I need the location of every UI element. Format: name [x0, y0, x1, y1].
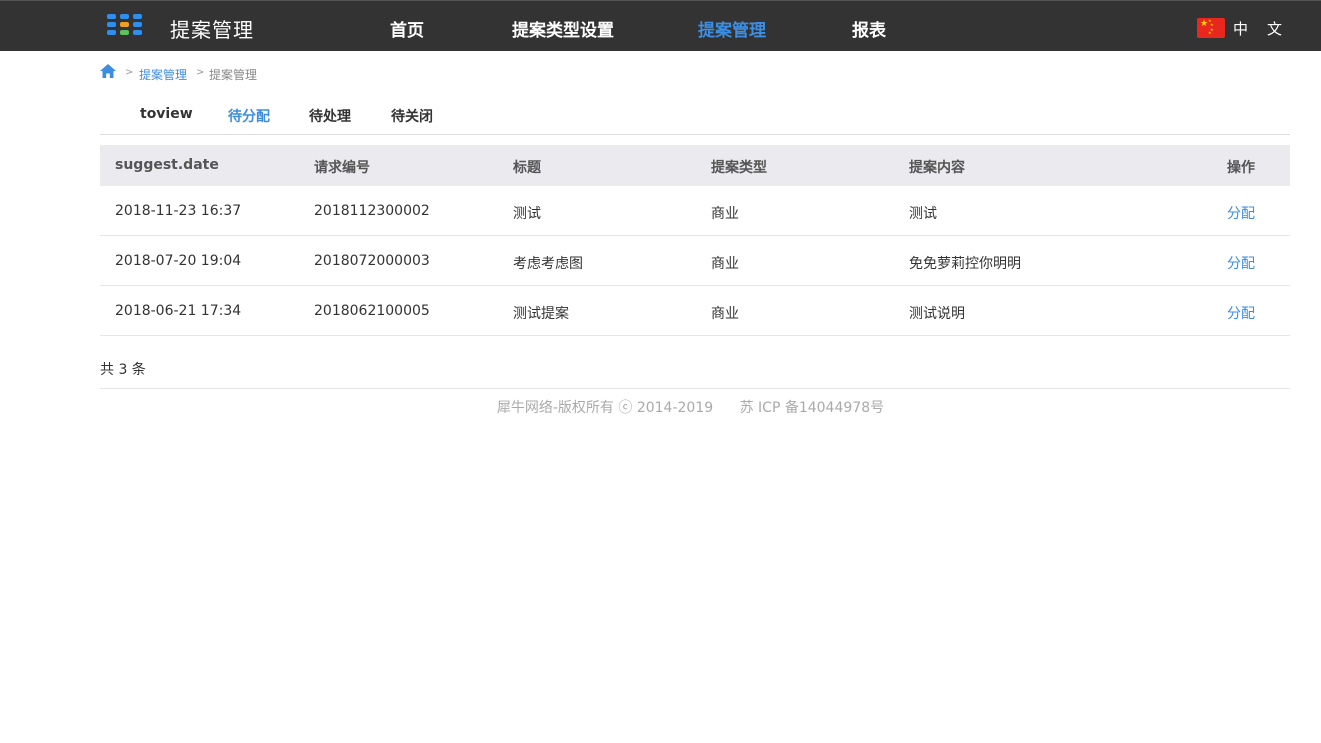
table-row: 2018-07-20 19:04 2018072000003 考虑考虑图 商业 …	[100, 236, 1290, 286]
cell-date: 2018-06-21 17:34	[115, 303, 242, 319]
nav-item-reports[interactable]: 报表	[852, 16, 886, 41]
cell-type: 商业	[711, 206, 739, 222]
breadcrumb-separator: >	[125, 67, 134, 78]
cell-date: 2018-07-20 19:04	[115, 253, 242, 269]
tab-pending-processing[interactable]: 待处理	[309, 106, 351, 126]
table-row: 2018-11-23 16:37 2018112300002 测试 商业 测试 …	[100, 186, 1290, 236]
top-navbar: 提案管理 首页 提案类型设置 提案管理 报表 ★ ★ ★ ★ ★ 中文	[0, 0, 1321, 51]
table-row: 2018-06-21 17:34 2018062100005 测试提案 商业 测…	[100, 286, 1290, 336]
cell-content: 免免萝莉控你明明	[909, 256, 1021, 272]
proposal-table: suggest.date 请求编号 标题 提案类型 提案内容 操作 2018-1…	[100, 145, 1290, 336]
footer-copyright: 犀牛网络-版权所有 ⓒ 2014-2019	[496, 400, 714, 416]
nav-item-home[interactable]: 首页	[390, 16, 424, 41]
app-title: 提案管理	[170, 18, 254, 42]
column-header-content: 提案内容	[909, 160, 965, 176]
breadcrumb-link-proposal-management[interactable]: 提案管理	[139, 66, 187, 83]
assign-link[interactable]: 分配	[1227, 253, 1255, 273]
cell-title: 测试	[513, 206, 541, 222]
nav-item-proposal-management[interactable]: 提案管理	[698, 16, 766, 41]
cell-request-number: 2018112300002	[314, 203, 430, 219]
cell-request-number: 2018072000003	[314, 253, 430, 269]
language-switcher[interactable]: 中文	[1233, 18, 1301, 39]
table-header: suggest.date 请求编号 标题 提案类型 提案内容 操作	[100, 145, 1290, 186]
column-header-title: 标题	[513, 160, 541, 176]
tab-toview[interactable]: toview	[140, 106, 193, 122]
column-header-action: 操作	[1227, 160, 1255, 176]
cell-date: 2018-11-23 16:37	[115, 203, 242, 219]
assign-link[interactable]: 分配	[1227, 303, 1255, 323]
cell-type: 商业	[711, 306, 739, 322]
home-icon[interactable]	[100, 64, 116, 78]
cell-title: 测试提案	[513, 306, 569, 322]
china-flag-icon[interactable]: ★ ★ ★ ★ ★	[1197, 18, 1225, 38]
cell-title: 考虑考虑图	[513, 256, 583, 272]
tab-pending-assignment[interactable]: 待分配	[228, 106, 270, 126]
breadcrumb-separator: >	[196, 67, 205, 78]
footer: 犀牛网络-版权所有 ⓒ 2014-2019 苏 ICP 备14044978号	[0, 397, 1321, 417]
tab-pending-close[interactable]: 待关闭	[391, 106, 433, 126]
cell-request-number: 2018062100005	[314, 303, 430, 319]
cell-content: 测试说明	[909, 306, 965, 322]
cell-content: 测试	[909, 206, 937, 222]
total-count: 共 3 条	[100, 362, 146, 378]
footer-icp: 苏 ICP 备14044978号	[739, 400, 885, 416]
column-header-request-number: 请求编号	[314, 160, 370, 176]
grid-logo-icon[interactable]	[107, 14, 147, 38]
footer-divider	[100, 388, 1290, 389]
cell-type: 商业	[711, 256, 739, 272]
status-tabs: toview 待分配 待处理 待关闭	[100, 98, 1290, 135]
column-header-date: suggest.date	[115, 157, 219, 173]
nav-item-proposal-type-settings[interactable]: 提案类型设置	[512, 16, 614, 41]
assign-link[interactable]: 分配	[1227, 203, 1255, 223]
column-header-type: 提案类型	[711, 160, 767, 176]
breadcrumb-current: 提案管理	[209, 68, 258, 82]
